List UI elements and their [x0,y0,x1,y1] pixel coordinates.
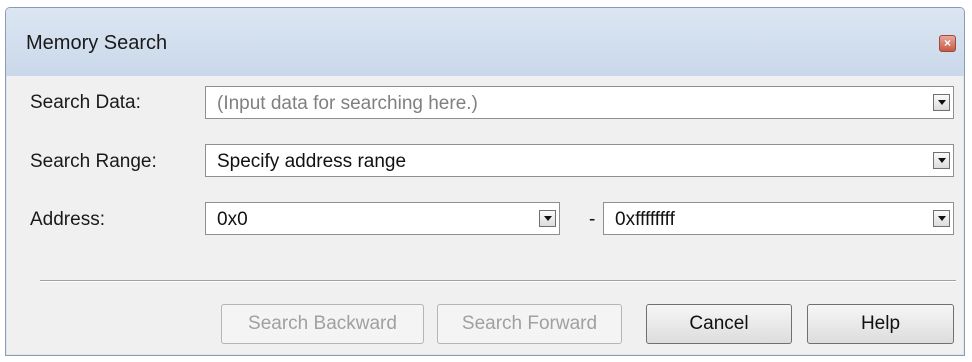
search-data-label: Search Data: [30,92,141,113]
search-forward-button[interactable]: Search Forward [437,304,622,344]
button-separator [40,280,956,282]
chevron-down-icon [937,158,946,163]
address-label: Address: [30,209,105,230]
search-range-dropdown-button[interactable] [933,152,950,169]
search-range-value: Specify address range [217,151,407,172]
search-data-combobox[interactable]: (Input data for searching here.) [205,86,954,119]
search-backward-button[interactable]: Search Backward [221,304,424,344]
address-start-combobox[interactable]: 0x0 [205,202,560,235]
search-range-select[interactable]: Specify address range [205,144,954,177]
address-start-value: 0x0 [217,209,248,230]
address-start-dropdown-button[interactable] [539,210,556,227]
address-end-dropdown-button[interactable] [933,210,950,227]
cancel-button[interactable]: Cancel [646,304,792,344]
dialog-title: Memory Search [26,32,168,54]
title-bar[interactable]: Memory Search × [6,8,964,76]
search-range-label: Search Range: [30,151,157,172]
memory-search-dialog: Memory Search × Search Data: (Input data… [5,7,965,356]
address-end-combobox[interactable]: 0xffffffff [603,202,954,235]
close-icon: × [943,36,951,50]
chevron-down-icon [937,100,946,105]
search-data-dropdown-button[interactable] [933,94,950,111]
address-range-separator: - [589,209,596,230]
help-button[interactable]: Help [807,304,954,344]
chevron-down-icon [543,216,552,221]
search-data-placeholder: (Input data for searching here.) [217,93,478,114]
chevron-down-icon [937,216,946,221]
address-end-value: 0xffffffff [615,209,675,230]
close-button[interactable]: × [939,35,956,52]
